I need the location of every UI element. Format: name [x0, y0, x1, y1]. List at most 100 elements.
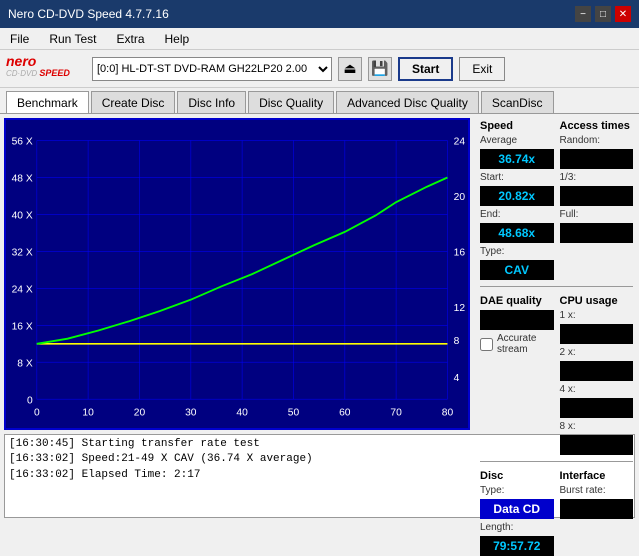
random-label: Random:: [560, 135, 634, 146]
cpu-1x-label: 1 x:: [560, 310, 634, 321]
cpu-label: CPU usage: [560, 295, 634, 307]
svg-text:80: 80: [442, 408, 454, 419]
cdvd-brand-text: CD·DVD SPEED: [6, 68, 70, 78]
svg-text:32 X: 32 X: [12, 248, 33, 259]
end-value: 48.68x: [480, 223, 554, 243]
average-value: 36.74x: [480, 149, 554, 169]
svg-text:20: 20: [134, 408, 146, 419]
svg-text:12: 12: [454, 303, 466, 314]
svg-text:0: 0: [34, 408, 40, 419]
average-label: Average: [480, 135, 554, 146]
svg-text:10: 10: [82, 408, 94, 419]
svg-text:70: 70: [390, 408, 402, 419]
start-value: 20.82x: [480, 186, 554, 206]
svg-text:48 X: 48 X: [12, 174, 33, 185]
nero-logo: nero CD·DVD SPEED: [6, 54, 86, 84]
dae-label: DAE quality: [480, 295, 554, 307]
disc-interface-row: Disc Type: Data CD Length: 79:57.72 Inte…: [480, 468, 633, 556]
accurate-stream-checkbox[interactable]: [480, 338, 493, 351]
menu-help[interactable]: Help: [159, 30, 196, 48]
cpu-4x-label: 4 x:: [560, 384, 634, 395]
tab-bar: Benchmark Create Disc Disc Info Disc Qua…: [0, 88, 639, 114]
dae-col: DAE quality Accurate stream: [480, 293, 554, 455]
app-title: Nero CD-DVD Speed 4.7.7.16: [8, 7, 169, 21]
random-value: [560, 149, 634, 169]
disc-col: Disc Type: Data CD Length: 79:57.72: [480, 468, 554, 556]
eject-button[interactable]: ⏏: [338, 57, 362, 81]
cpu-2x-label: 2 x:: [560, 347, 634, 358]
svg-text:16: 16: [454, 248, 466, 259]
title-bar: Nero CD-DVD Speed 4.7.7.16 − □ ✕: [0, 0, 639, 28]
start-button[interactable]: Start: [398, 57, 453, 81]
drive-selector[interactable]: [0:0] HL-DT-ST DVD-RAM GH22LP20 2.00: [92, 57, 332, 81]
nero-brand-text: nero: [6, 54, 36, 68]
menu-bar: File Run Test Extra Help: [0, 28, 639, 50]
speed-col: Speed Average 36.74x Start: 20.82x End: …: [480, 118, 554, 280]
svg-text:4: 4: [454, 373, 460, 384]
divider2: [480, 461, 633, 462]
svg-text:0: 0: [27, 395, 33, 406]
interface-label: Interface: [560, 470, 634, 482]
svg-text:40 X: 40 X: [12, 211, 33, 222]
svg-text:30: 30: [185, 408, 197, 419]
tab-advanced-disc-quality[interactable]: Advanced Disc Quality: [336, 91, 479, 113]
burst-rate-label: Burst rate:: [560, 485, 634, 496]
tab-scan-disc[interactable]: ScanDisc: [481, 91, 554, 113]
type-value: CAV: [480, 260, 554, 280]
close-button[interactable]: ✕: [615, 6, 631, 22]
cpu-dae-row: DAE quality Accurate stream CPU usage 1 …: [480, 293, 633, 455]
speed-section: Speed Average 36.74x Start: 20.82x End: …: [480, 118, 633, 280]
menu-file[interactable]: File: [4, 30, 35, 48]
disc-length-label: Length:: [480, 522, 554, 533]
svg-text:24: 24: [454, 137, 466, 148]
svg-text:24 X: 24 X: [12, 284, 33, 295]
cpu-4x-value: [560, 398, 634, 418]
svg-text:16 X: 16 X: [12, 321, 33, 332]
onethird-label: 1/3:: [560, 172, 634, 183]
speed-label: Speed: [480, 120, 554, 132]
cpu-8x-value: [560, 435, 634, 455]
disc-type-sublabel: Type:: [480, 485, 554, 496]
tab-disc-info[interactable]: Disc Info: [177, 91, 246, 113]
right-panel: Speed Average 36.74x Start: 20.82x End: …: [474, 114, 639, 434]
svg-text:50: 50: [288, 408, 300, 419]
menu-run-test[interactable]: Run Test: [43, 30, 102, 48]
burst-rate-value: [560, 499, 634, 519]
cpu-col: CPU usage 1 x: 2 x: 4 x: 8 x:: [560, 293, 634, 455]
access-times-col: Access times Random: 1/3: Full:: [560, 118, 634, 280]
access-times-label: Access times: [560, 120, 634, 132]
accurate-stream-row: Accurate stream: [480, 333, 554, 355]
tab-benchmark[interactable]: Benchmark: [6, 91, 89, 113]
svg-text:20: 20: [454, 192, 466, 203]
cpu-2x-value: [560, 361, 634, 381]
full-label: Full:: [560, 209, 634, 220]
maximize-button[interactable]: □: [595, 6, 611, 22]
minimize-button[interactable]: −: [575, 6, 591, 22]
cpu-8x-label: 8 x:: [560, 421, 634, 432]
window-controls: − □ ✕: [575, 6, 631, 22]
tab-create-disc[interactable]: Create Disc: [91, 91, 176, 113]
disc-type-value: Data CD: [480, 499, 554, 519]
svg-text:8 X: 8 X: [17, 358, 33, 369]
disc-type-label: Disc: [480, 470, 554, 482]
svg-text:40: 40: [236, 408, 248, 419]
end-label: End:: [480, 209, 554, 220]
onethird-value: [560, 186, 634, 206]
divider1: [480, 286, 633, 287]
svg-text:56 X: 56 X: [12, 137, 33, 148]
interface-col: Interface Burst rate:: [560, 468, 634, 556]
exit-button[interactable]: Exit: [459, 57, 505, 81]
start-label: Start:: [480, 172, 554, 183]
save-button[interactable]: 💾: [368, 57, 392, 81]
benchmark-chart: 56 X 48 X 40 X 32 X 24 X 16 X 8 X 0 24 2…: [6, 120, 468, 428]
toolbar: nero CD·DVD SPEED [0:0] HL-DT-ST DVD-RAM…: [0, 50, 639, 88]
dae-value: [480, 310, 554, 330]
menu-extra[interactable]: Extra: [110, 30, 150, 48]
main-content: 56 X 48 X 40 X 32 X 24 X 16 X 8 X 0 24 2…: [0, 114, 639, 434]
type-label: Type:: [480, 246, 554, 257]
tab-disc-quality[interactable]: Disc Quality: [248, 91, 334, 113]
disc-length-value: 79:57.72: [480, 536, 554, 556]
full-value: [560, 223, 634, 243]
cpu-1x-value: [560, 324, 634, 344]
svg-text:60: 60: [339, 408, 351, 419]
